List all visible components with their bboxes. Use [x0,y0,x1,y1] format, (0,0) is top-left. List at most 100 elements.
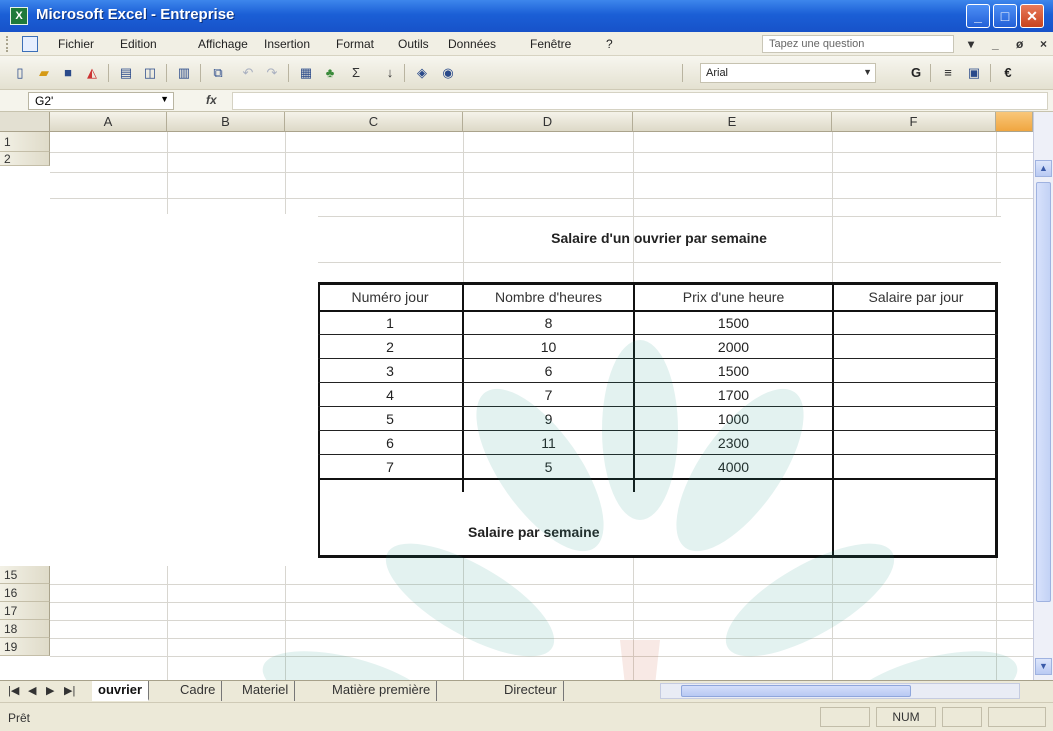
column-header-b[interactable]: B [167,112,285,132]
row-header-16[interactable]: 16 [0,584,50,602]
cell-heures-5[interactable]: 9 [464,407,633,431]
cell-heures-4[interactable]: 7 [464,383,633,407]
help-dropdown-icon[interactable]: ▾ [968,37,974,51]
row-header-19[interactable]: 19 [0,638,50,656]
scroll-thumb[interactable] [681,685,911,697]
sort-icon[interactable]: ↓ [380,63,400,83]
cell-prix-4[interactable]: 1700 [635,383,832,407]
menu-insertion[interactable]: Insertion [264,37,310,51]
redo-icon[interactable]: ↷ [262,63,282,83]
permission-icon[interactable]: ◭ [82,63,102,83]
tab-matiere-premiere[interactable]: Matière première [326,681,438,701]
center-icon[interactable]: ≡ [938,63,958,83]
cell-salaire-3[interactable] [834,359,998,383]
header-prix-heure[interactable]: Prix d'une heure [635,284,832,310]
cell-salaire-7[interactable] [834,455,998,479]
menu-fenetre[interactable]: Fenêtre [530,37,571,51]
doc-close-button[interactable]: × [1040,37,1047,51]
first-sheet-button[interactable]: |◀ [8,684,19,697]
print-preview-icon[interactable]: ◫ [140,63,160,83]
copy-icon[interactable]: ⧉ [208,63,228,83]
total-label[interactable]: Salaire par semaine [468,524,688,540]
cell-prix-5[interactable]: 1000 [635,407,832,431]
cell-jour-5[interactable]: 5 [318,407,462,431]
cell-heures-7[interactable]: 5 [464,455,633,479]
cell-heures-1[interactable]: 8 [464,311,633,335]
next-sheet-button[interactable]: ▶ [46,684,54,697]
column-header-a[interactable]: A [50,112,167,132]
cell-prix-3[interactable]: 1500 [635,359,832,383]
cell-salaire-2[interactable] [834,335,998,359]
new-icon[interactable]: ▯ [10,63,30,83]
undo-icon[interactable]: ↶ [238,63,258,83]
tab-materiel[interactable]: Materiel [236,681,296,701]
sheet-title[interactable]: Salaire d'un ouvrier par semaine [494,230,824,246]
open-icon[interactable]: ▰ [34,63,54,83]
insert-function-icon[interactable]: fx [206,93,217,107]
row-header-1[interactable]: 1 [0,132,50,152]
tab-cadre[interactable]: Cadre [174,681,223,701]
cell-prix-2[interactable]: 2000 [635,335,832,359]
print-icon[interactable]: ▤ [116,63,136,83]
document-icon[interactable] [22,36,38,52]
drawing-icon[interactable]: ◈ [412,63,432,83]
close-button[interactable]: ✕ [1020,4,1044,28]
scroll-thumb[interactable] [1036,182,1051,602]
cell-jour-3[interactable]: 3 [318,359,462,383]
cell-jour-6[interactable]: 6 [318,431,462,455]
menu-grip[interactable] [6,36,9,52]
name-box[interactable]: G2' ▼ [28,92,174,110]
euro-icon[interactable]: € [998,63,1018,83]
cell-salaire-4[interactable] [834,383,998,407]
cell-heures-6[interactable]: 11 [464,431,633,455]
scroll-up-button[interactable]: ▲ [1035,160,1052,177]
cell-jour-7[interactable]: 7 [318,455,462,479]
cell-jour-2[interactable]: 2 [318,335,462,359]
menu-edition[interactable]: Edition [120,37,157,51]
header-nombre-heures[interactable]: Nombre d'heures [464,284,633,310]
vertical-scrollbar[interactable]: ▲ ▼ [1033,112,1053,680]
help-icon[interactable]: ◉ [438,63,458,83]
chevron-down-icon[interactable]: ▼ [160,94,169,104]
font-name-select[interactable]: Arial ▼ [700,63,876,83]
cell-jour-1[interactable]: 1 [318,311,462,335]
cell-salaire-6[interactable] [834,431,998,455]
research-icon[interactable]: ▥ [174,63,194,83]
column-header-e[interactable]: E [633,112,832,132]
tab-directeur[interactable]: Directeur [498,681,564,701]
menu-donnees[interactable]: Données [448,37,496,51]
help-question-input[interactable]: Tapez une question [762,35,954,53]
column-header-c[interactable]: C [285,112,463,132]
horizontal-scrollbar[interactable] [660,683,1020,699]
last-sheet-button[interactable]: ▶| [64,684,75,697]
row-header-15[interactable]: 15 [0,566,50,584]
column-header-g[interactable] [996,112,1033,132]
menu-affichage[interactable]: Affichage [198,37,248,51]
cell-salaire-semaine[interactable] [834,516,998,540]
cell-prix-6[interactable]: 2300 [635,431,832,455]
chevron-down-icon[interactable]: ▼ [863,67,872,77]
column-header-d[interactable]: D [463,112,633,132]
row-header-18[interactable]: 18 [0,620,50,638]
header-salaire-jour[interactable]: Salaire par jour [834,284,998,310]
cell-heures-3[interactable]: 6 [464,359,633,383]
row-header-17[interactable]: 17 [0,602,50,620]
prev-sheet-button[interactable]: ◀ [28,684,36,697]
maximize-button[interactable]: □ [993,4,1017,28]
column-header-f[interactable]: F [832,112,996,132]
hyperlink-icon[interactable]: ▦ [296,63,316,83]
doc-minimize-button[interactable]: _ [992,37,999,51]
header-numero-jour[interactable]: Numéro jour [318,284,462,310]
menu-help[interactable]: ? [606,37,613,51]
bold-icon[interactable]: G [906,63,926,83]
cell-jour-4[interactable]: 4 [318,383,462,407]
row-header-2[interactable]: 2 [0,152,50,166]
menu-format[interactable]: Format [336,37,374,51]
save-icon[interactable]: ■ [58,63,78,83]
menu-fichier[interactable]: Fichier [58,37,94,51]
formula-input[interactable] [232,92,1048,110]
scroll-down-button[interactable]: ▼ [1035,658,1052,675]
sum-icon[interactable]: Σ [346,63,366,83]
cell-heures-2[interactable]: 10 [464,335,633,359]
cell-prix-1[interactable]: 1500 [635,311,832,335]
